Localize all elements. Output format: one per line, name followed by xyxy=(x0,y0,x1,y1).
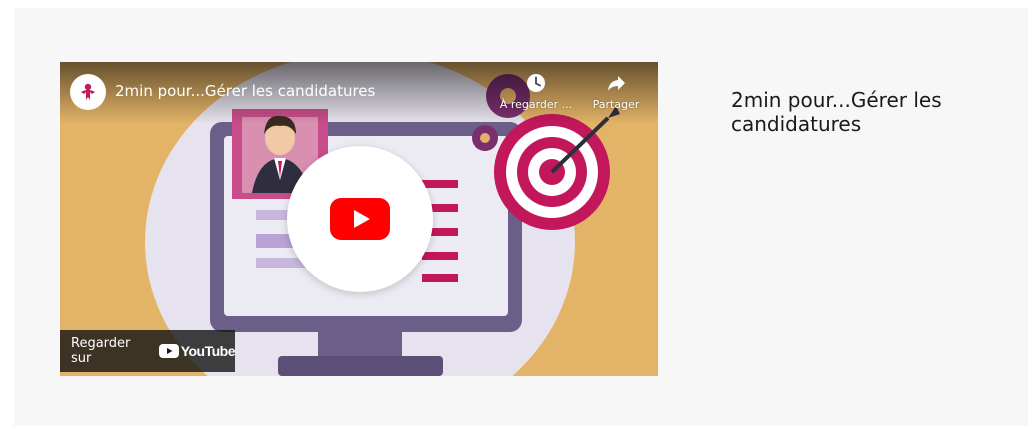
watch-later-label: À regarder ... xyxy=(499,98,573,111)
share-label: Partager xyxy=(592,98,640,111)
youtube-wordmark: YouTube xyxy=(180,343,236,359)
watch-on-youtube-button[interactable]: Regarder sur YouTube xyxy=(60,330,236,372)
share-arrow-icon xyxy=(608,76,625,91)
video-top-bar: 2min pour...Gérer les candidatures À reg… xyxy=(60,62,658,124)
clock-icon xyxy=(527,74,545,92)
watch-on-label: Regarder sur xyxy=(71,336,131,366)
youtube-logo-icon xyxy=(158,344,179,358)
share-button[interactable]: Partager xyxy=(576,72,656,111)
watch-later-button[interactable]: À regarder ... xyxy=(496,72,576,111)
video-title[interactable]: 2min pour...Gérer les candidatures xyxy=(115,82,375,100)
youtube-logo: YouTube xyxy=(158,343,236,359)
section-heading: 2min pour...Gérer les candidatures xyxy=(731,88,942,136)
youtube-play-icon xyxy=(330,198,390,240)
youtube-embed[interactable]: 2min pour...Gérer les candidatures À reg… xyxy=(60,62,658,376)
play-button[interactable] xyxy=(287,146,433,292)
channel-logo-icon[interactable] xyxy=(70,74,106,110)
